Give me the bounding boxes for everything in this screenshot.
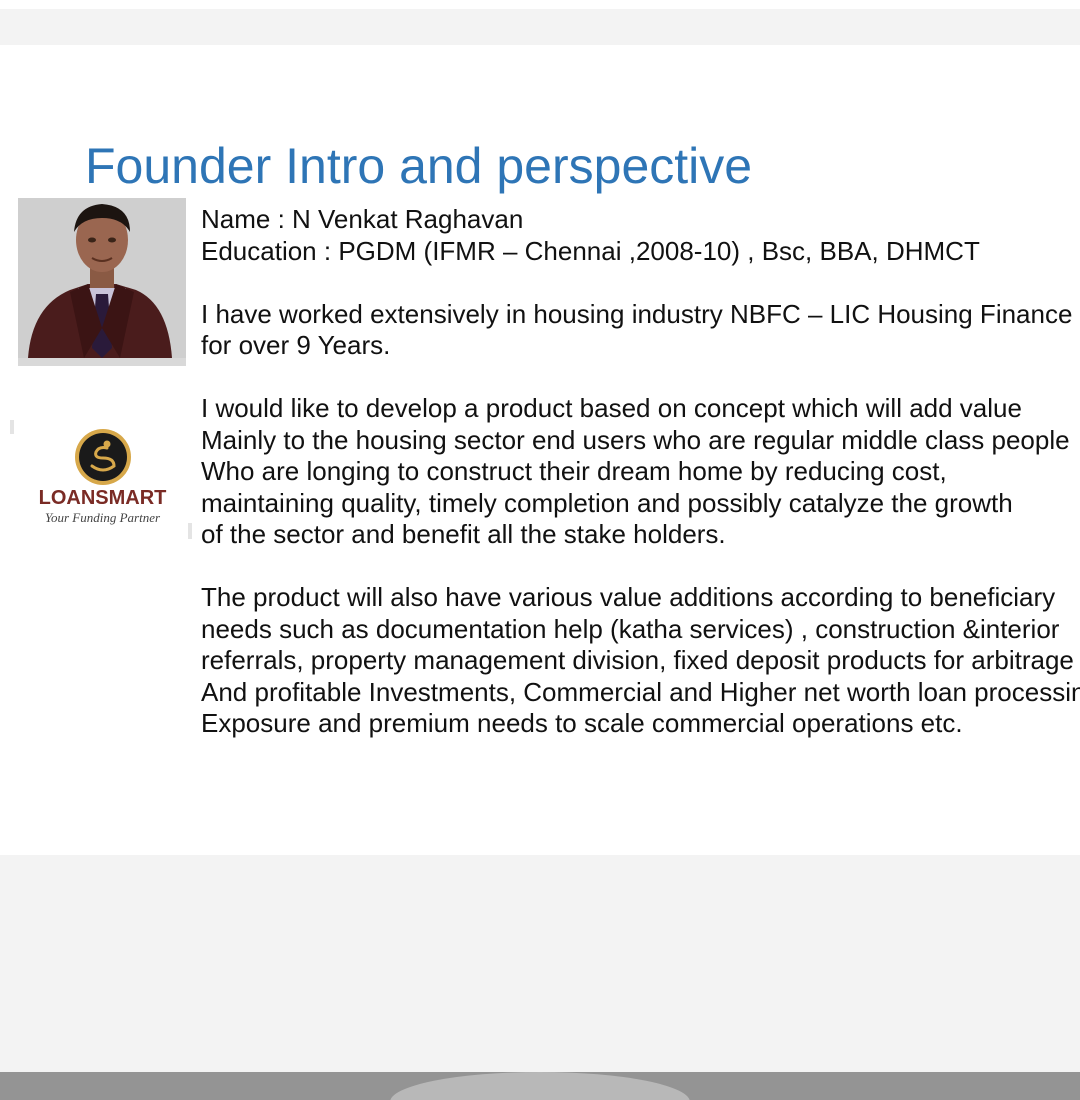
text-line bbox=[201, 267, 1080, 299]
text-line: Exposure and premium needs to scale comm… bbox=[201, 708, 963, 738]
decorative-edge-mark bbox=[10, 420, 14, 434]
text-line: Education : PGDM (IFMR – Chennai ,2008-1… bbox=[201, 235, 980, 266]
slide: Founder Intro and perspective LOANSMART bbox=[0, 45, 1080, 855]
text-line: referrals, property management division,… bbox=[201, 645, 1074, 675]
logo-name: LOANSMART bbox=[38, 487, 167, 509]
text-line: Mainly to the housing sector end users w… bbox=[201, 424, 1070, 455]
text-line: And profitable Investments, Commercial a… bbox=[201, 676, 1080, 707]
text-line bbox=[201, 362, 1080, 394]
loansmart-emblem-icon bbox=[74, 429, 131, 485]
text-line: Who are longing to construct their dream… bbox=[201, 456, 947, 486]
text-line: maintaining quality, timely completion a… bbox=[201, 487, 1013, 518]
text-line bbox=[201, 551, 1080, 583]
home-gesture-handle[interactable] bbox=[390, 1072, 690, 1100]
bottom-navigation-bar bbox=[0, 1072, 1080, 1100]
text-line: of the sector and benefit all the stake … bbox=[201, 519, 726, 549]
slide-title: Founder Intro and perspective bbox=[85, 138, 753, 194]
text-line: I would like to develop a product based … bbox=[201, 393, 1022, 423]
founder-photo bbox=[18, 198, 186, 366]
text-line: for over 9 Years. bbox=[201, 330, 391, 360]
text-line: Name : N Venkat Raghavan bbox=[201, 204, 524, 234]
text-line: I have worked extensively in housing ind… bbox=[201, 298, 1073, 329]
text-line: The product will also have various value… bbox=[201, 582, 1056, 612]
text-line: needs such as documentation help (katha … bbox=[201, 613, 1060, 644]
top-strip bbox=[0, 0, 1080, 9]
logo-tagline: Your Funding Partner bbox=[44, 510, 161, 525]
loansmart-logo: LOANSMART Your Funding Partner bbox=[30, 428, 175, 533]
founder-intro-text: Name : N Venkat Raghavan Education : PGD… bbox=[201, 204, 1080, 740]
decorative-edge-mark bbox=[188, 523, 192, 539]
